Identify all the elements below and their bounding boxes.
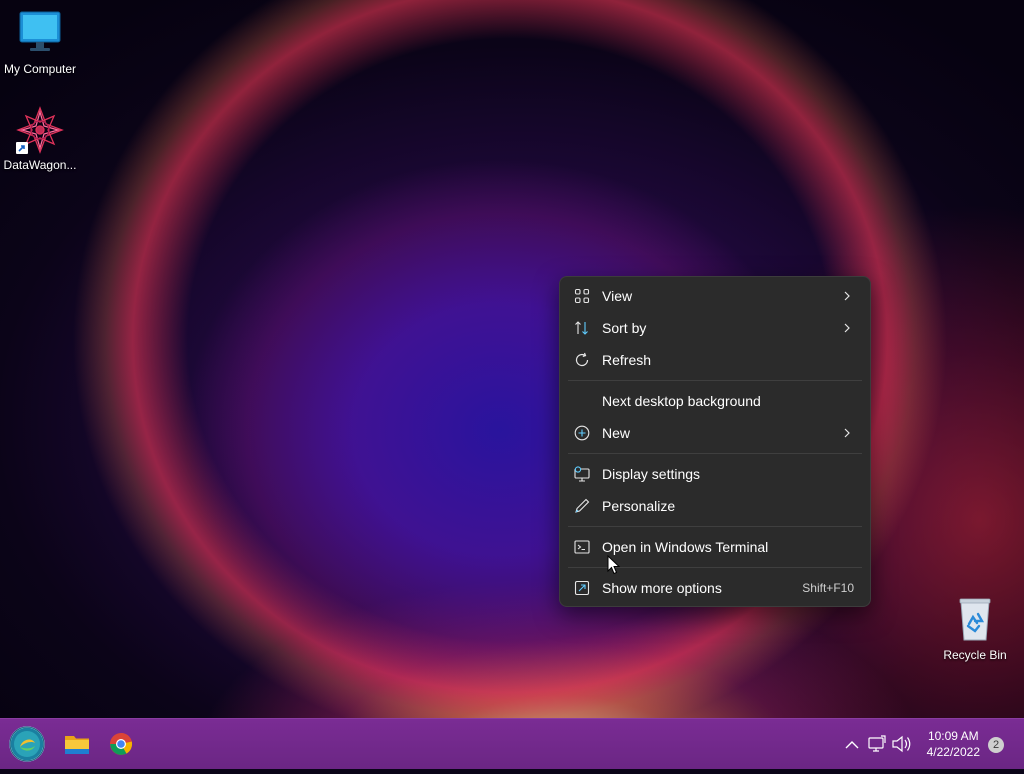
chevron-right-icon bbox=[842, 320, 852, 336]
desktop-background[interactable]: My Computer DataWagon... Recycle Bin Vie… bbox=[0, 0, 1024, 718]
taskbar: 10:09 AM 4/22/2022 2 bbox=[0, 718, 1024, 769]
menu-separator bbox=[568, 526, 862, 527]
clock-time: 10:09 AM bbox=[927, 729, 979, 743]
my-computer-shortcut[interactable]: My Computer bbox=[0, 10, 80, 76]
menu-item-label: Show more options bbox=[602, 580, 722, 596]
chevron-right-icon bbox=[842, 425, 852, 441]
shortcut-arrow-icon bbox=[16, 142, 28, 154]
menu-item-label: View bbox=[602, 288, 633, 304]
desktop-icon-label: Recycle Bin bbox=[943, 648, 1007, 662]
speaker-icon bbox=[892, 735, 911, 753]
folder-icon bbox=[65, 736, 89, 754]
menu-item-refresh[interactable]: Refresh bbox=[564, 345, 866, 375]
menu-item-sort-by[interactable]: Sort by bbox=[564, 313, 866, 343]
menu-item-label: Personalize bbox=[602, 498, 676, 514]
desktop-icon-label: My Computer bbox=[3, 62, 77, 76]
chrome-button[interactable] bbox=[102, 725, 140, 763]
start-orb-icon bbox=[9, 726, 45, 762]
menu-item-label: Display settings bbox=[602, 466, 701, 482]
monitor-icon bbox=[16, 10, 64, 58]
volume-button[interactable] bbox=[890, 719, 914, 769]
pen-icon bbox=[574, 498, 590, 514]
datawagon-app-icon bbox=[16, 106, 64, 154]
desktop-icon-label: DataWagon... bbox=[3, 158, 77, 172]
notification-badge[interactable]: 2 bbox=[988, 737, 1004, 753]
menu-item-view[interactable]: View bbox=[564, 281, 866, 311]
chevron-up-icon bbox=[845, 741, 859, 749]
desktop-context-menu: View Sort by Refresh Next desktop backgr… bbox=[559, 276, 871, 607]
refresh-icon bbox=[574, 352, 590, 368]
show-more-icon bbox=[574, 580, 590, 596]
menu-item-label: Open in Windows Terminal bbox=[602, 539, 769, 555]
sort-icon bbox=[574, 320, 590, 336]
menu-item-new[interactable]: New bbox=[564, 418, 866, 448]
clock-date: 4/22/2022 bbox=[926, 745, 980, 759]
file-explorer-button[interactable] bbox=[58, 725, 96, 763]
menu-separator bbox=[568, 380, 862, 381]
menu-item-label: New bbox=[602, 425, 631, 441]
menu-separator bbox=[568, 453, 862, 454]
network-icon bbox=[868, 735, 886, 752]
datawagon-shortcut[interactable]: DataWagon... bbox=[0, 106, 80, 172]
add-circle-icon bbox=[574, 425, 590, 441]
show-hidden-icons-button[interactable] bbox=[838, 719, 866, 769]
start-button[interactable] bbox=[8, 725, 46, 763]
chevron-right-icon bbox=[842, 288, 852, 304]
menu-item-show-more-options[interactable]: Show more options Shift+F10 bbox=[564, 573, 866, 603]
view-grid-icon bbox=[574, 288, 590, 304]
menu-item-label: Refresh bbox=[602, 352, 652, 368]
network-status-button[interactable] bbox=[866, 719, 888, 769]
mouse-cursor-icon bbox=[607, 554, 621, 575]
recycle-bin-icon bbox=[951, 596, 999, 644]
display-settings-icon bbox=[574, 466, 590, 482]
menu-item-label: Sort by bbox=[602, 320, 647, 336]
menu-item-display-settings[interactable]: Display settings bbox=[564, 459, 866, 489]
menu-item-label: Next desktop background bbox=[602, 393, 761, 409]
terminal-icon bbox=[574, 539, 590, 555]
recycle-bin-shortcut[interactable]: Recycle Bin bbox=[935, 596, 1015, 662]
shortcut-hint: Shift+F10 bbox=[802, 581, 854, 595]
clock[interactable]: 10:09 AM 4/22/2022 bbox=[927, 728, 980, 760]
menu-item-next-desktop-background[interactable]: Next desktop background bbox=[564, 386, 866, 416]
menu-item-personalize[interactable]: Personalize bbox=[564, 491, 866, 521]
chrome-icon bbox=[110, 732, 133, 755]
